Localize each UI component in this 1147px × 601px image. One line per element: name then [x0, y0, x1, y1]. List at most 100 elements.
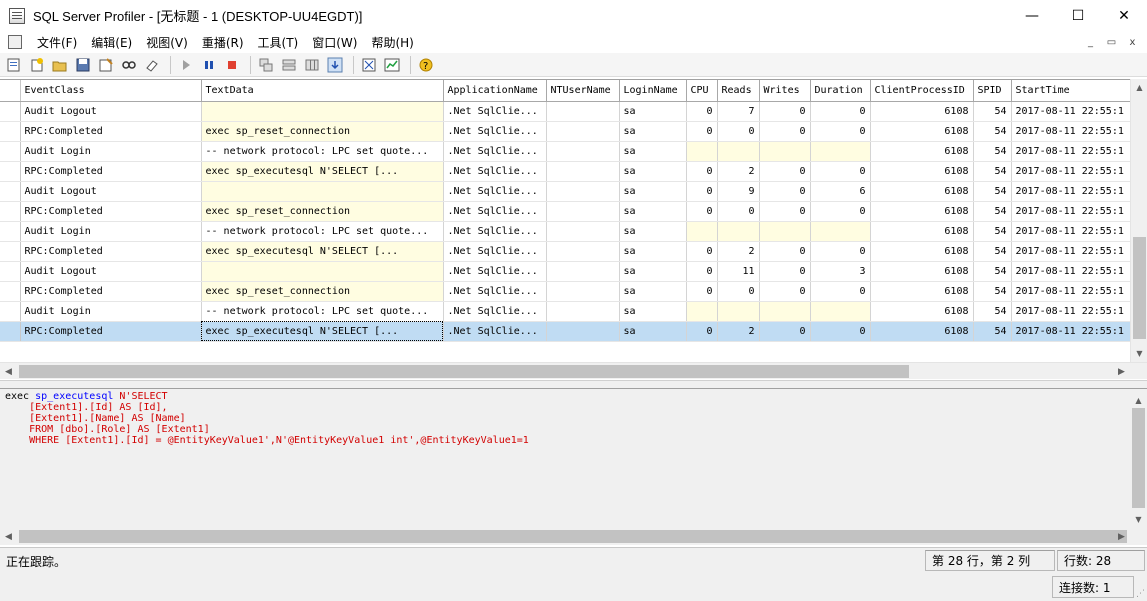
col-header-clientprocessid[interactable]: ClientProcessID: [870, 80, 974, 102]
find-icon[interactable]: [119, 55, 139, 75]
scroll-down-icon[interactable]: ▼: [1130, 511, 1147, 528]
open-icon[interactable]: [50, 55, 70, 75]
new-trace-icon[interactable]: [4, 55, 24, 75]
trace-grid[interactable]: EventClass TextData ApplicationName NTUs…: [0, 79, 1147, 362]
row-header[interactable]: [0, 281, 21, 302]
row-header[interactable]: [0, 301, 21, 322]
template-props-icon[interactable]: [359, 55, 379, 75]
scroll-thumb[interactable]: [19, 365, 909, 378]
col-header-eventclass[interactable]: EventClass: [20, 80, 202, 102]
table-row[interactable]: RPC:Completed exec sp_executesql N'SELECT…: [0, 161, 1131, 182]
scroll-up-icon[interactable]: ▲: [1131, 79, 1147, 96]
mdi-restore-button[interactable]: ▭: [1103, 34, 1120, 50]
cell-writes: 0: [759, 321, 811, 342]
col-header-cpu[interactable]: CPU: [686, 80, 718, 102]
col-header-duration[interactable]: Duration: [810, 80, 871, 102]
col-header-ntusername[interactable]: NTUserName: [546, 80, 620, 102]
grid-horizontal-scrollbar[interactable]: ◀ ▶: [0, 362, 1147, 379]
col-header-starttime[interactable]: StartTime: [1011, 80, 1131, 102]
col-header-reads[interactable]: Reads: [717, 80, 760, 102]
menu-edit[interactable]: 编辑(E): [84, 34, 139, 51]
scroll-right-icon[interactable]: ▶: [1113, 528, 1130, 545]
stop-icon[interactable]: [222, 55, 242, 75]
columns-icon[interactable]: [302, 55, 322, 75]
detail-vertical-scrollbar[interactable]: ▲ ▼: [1130, 392, 1147, 528]
row-header[interactable]: [0, 101, 21, 122]
pane-splitter[interactable]: [0, 380, 1147, 389]
row-header[interactable]: [0, 181, 21, 202]
mdi-minimize-button[interactable]: _: [1082, 34, 1099, 50]
cascade-icon[interactable]: [256, 55, 276, 75]
menu-replay[interactable]: 重播(R): [195, 34, 251, 51]
table-row[interactable]: RPC:Completed exec sp_executesql N'SELECT…: [0, 241, 1131, 262]
close-button[interactable]: ✕: [1101, 0, 1147, 31]
table-row[interactable]: Audit Logout .Net SqlClie... sa 0 11 0 3 6108 54…: [0, 261, 1131, 282]
table-row[interactable]: RPC:Completed exec sp_reset_connection .Ne…: [0, 121, 1131, 142]
save-icon[interactable]: [73, 55, 93, 75]
table-row[interactable]: RPC:Completed exec sp_executesql N'SELECT…: [0, 321, 1131, 342]
menu-tools[interactable]: 工具(T): [251, 34, 306, 51]
cell-applicationname: .Net SqlClie...: [443, 121, 547, 142]
scroll-down-icon[interactable]: ▼: [1131, 345, 1147, 362]
col-header-applicationname[interactable]: ApplicationName: [443, 80, 547, 102]
row-header[interactable]: [0, 141, 21, 162]
col-header-textdata[interactable]: TextData: [201, 80, 444, 102]
detail-horizontal-scrollbar[interactable]: ◀ ▶: [0, 528, 1147, 545]
scroll-right-icon[interactable]: ▶: [1113, 363, 1130, 380]
start-icon[interactable]: [176, 55, 196, 75]
table-row[interactable]: Audit Login -- network protocol: LPC set …: [0, 141, 1131, 162]
row-header[interactable]: [0, 261, 21, 282]
row-header[interactable]: [0, 121, 21, 142]
textdata-detail-pane[interactable]: exec sp_executesql N'SELECT [Extent1].[I…: [0, 389, 1147, 545]
cell-loginname: sa: [619, 201, 687, 222]
table-row[interactable]: RPC:Completed exec sp_reset_connection .Ne…: [0, 201, 1131, 222]
col-header-loginname[interactable]: LoginName: [619, 80, 687, 102]
pause-icon[interactable]: [199, 55, 219, 75]
grid-vertical-scrollbar[interactable]: ▲ ▼: [1130, 79, 1147, 362]
help-icon[interactable]: ?: [416, 55, 436, 75]
menu-help[interactable]: 帮助(H): [364, 34, 420, 51]
tile-icon[interactable]: [279, 55, 299, 75]
cell-cpu: 0: [686, 241, 718, 262]
row-header[interactable]: [0, 241, 21, 262]
menu-view[interactable]: 视图(V): [139, 34, 195, 51]
new-template-icon[interactable]: [27, 55, 47, 75]
col-header-spid[interactable]: SPID: [973, 80, 1012, 102]
row-header[interactable]: [0, 201, 21, 222]
resize-grip-icon[interactable]: ⋰: [1136, 589, 1145, 599]
menu-window[interactable]: 窗口(W): [305, 34, 364, 51]
maximize-button[interactable]: ☐: [1055, 0, 1101, 31]
table-row[interactable]: RPC:Completed exec sp_reset_connection .Ne…: [0, 281, 1131, 302]
autoscroll-icon[interactable]: [325, 55, 345, 75]
connection-status-bar: 连接数: 1 ⋰: [0, 573, 1147, 601]
scroll-left-icon[interactable]: ◀: [0, 528, 17, 545]
toolbar-separator: [170, 55, 171, 74]
trace-document-icon[interactable]: [8, 35, 22, 49]
row-header[interactable]: [0, 161, 21, 182]
menu-file[interactable]: 文件(F): [30, 34, 84, 51]
scroll-left-icon[interactable]: ◀: [0, 363, 17, 380]
toolbar: ?: [0, 53, 1147, 77]
properties-icon[interactable]: [96, 55, 116, 75]
cell-writes: 0: [759, 201, 811, 222]
table-row[interactable]: Audit Login -- network protocol: LPC set …: [0, 221, 1131, 242]
cell-reads: 7: [717, 101, 760, 122]
minimize-button[interactable]: —: [1009, 0, 1055, 31]
row-header[interactable]: [0, 321, 21, 342]
scroll-thumb[interactable]: [1132, 408, 1145, 508]
cell-duration: 0: [810, 121, 871, 142]
cell-spid: 54: [973, 261, 1012, 282]
cell-duration: [810, 221, 871, 242]
scroll-thumb[interactable]: [19, 530, 1127, 543]
row-header[interactable]: [0, 221, 21, 242]
table-row[interactable]: Audit Logout .Net SqlClie... sa 0 7 0 0 6108 54 2…: [0, 101, 1131, 122]
table-row[interactable]: Audit Logout .Net SqlClie... sa 0 9 0 6 6108 54 2…: [0, 181, 1131, 202]
col-header-writes[interactable]: Writes: [759, 80, 811, 102]
mdi-close-button[interactable]: x: [1124, 34, 1141, 50]
scroll-up-icon[interactable]: ▲: [1130, 392, 1147, 409]
table-row[interactable]: Audit Login -- network protocol: LPC set …: [0, 301, 1131, 322]
clear-icon[interactable]: [142, 55, 162, 75]
perfmon-icon[interactable]: [382, 55, 402, 75]
scroll-thumb[interactable]: [1133, 237, 1146, 339]
cell-starttime: 2017-08-11 22:55:1: [1011, 221, 1131, 242]
